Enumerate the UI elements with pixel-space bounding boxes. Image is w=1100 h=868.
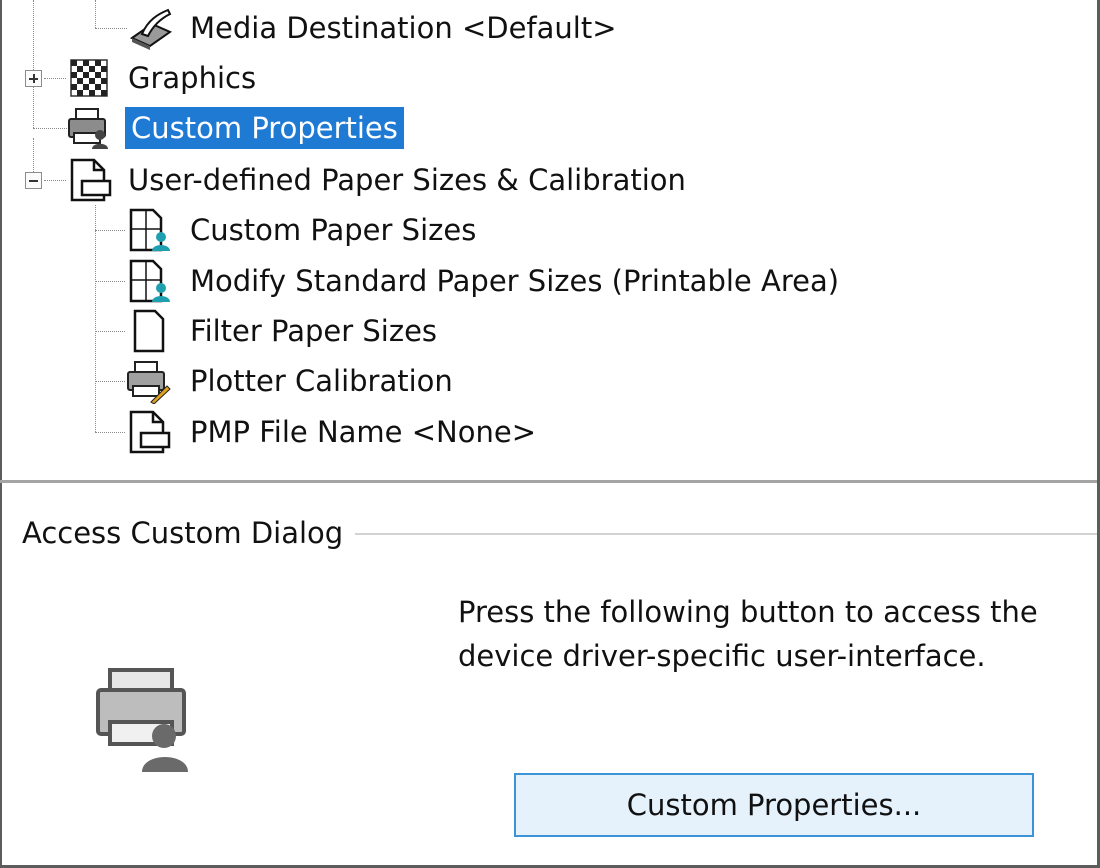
media-destination-icon: [128, 4, 174, 50]
custom-properties-button[interactable]: Custom Properties...: [514, 773, 1034, 837]
blank-page-icon: [125, 308, 171, 354]
graphics-icon: [66, 55, 112, 101]
expand-toggle-graphics[interactable]: [25, 70, 42, 87]
panel-divider[interactable]: [0, 480, 1097, 483]
tree-item-label: Custom Paper Sizes: [190, 213, 477, 247]
modify-paper-sizes-icon: [125, 258, 171, 304]
tree-connector: [33, 138, 34, 172]
tree-item-graphics[interactable]: Graphics: [122, 55, 262, 101]
paper-sizes-icon: [66, 157, 112, 203]
tree-item-filter-paper-sizes[interactable]: Filter Paper Sizes: [184, 308, 443, 354]
tree-item-label: Modify Standard Paper Sizes (Printable A…: [190, 264, 840, 298]
tree-connector: [95, 331, 125, 332]
tree-connector: [33, 128, 67, 129]
tree-connector: [44, 180, 66, 181]
tree-connector: [95, 0, 96, 28]
tree-item-user-defined-paper-sizes[interactable]: User-defined Paper Sizes & Calibration: [122, 157, 692, 203]
tree-item-label: Media Destination <Default>: [190, 11, 617, 45]
tree-item-modify-standard-paper-sizes[interactable]: Modify Standard Paper Sizes (Printable A…: [184, 258, 845, 304]
tree-item-media-destination[interactable]: Media Destination <Default>: [184, 5, 623, 51]
tree-connector: [95, 28, 127, 29]
tree-item-label: Custom Properties: [125, 107, 404, 149]
tree-item-label: PMP File Name <None>: [190, 415, 536, 449]
tree-connector: [33, 0, 34, 128]
collapse-toggle-paper-sizes[interactable]: [25, 172, 42, 189]
tree-item-custom-paper-sizes[interactable]: Custom Paper Sizes: [184, 207, 482, 253]
printer-user-icon: [92, 660, 202, 780]
tree-connector: [95, 230, 125, 231]
tree-item-label: Filter Paper Sizes: [190, 314, 438, 348]
settings-tree: Media Destination <Default> Graphics Cus…: [0, 0, 1097, 482]
tree-connector: [95, 381, 125, 382]
printer-user-icon: [66, 105, 112, 151]
tree-item-pmp-file-name[interactable]: PMP File Name <None>: [184, 409, 542, 455]
tree-connector: [95, 432, 125, 433]
tree-item-label: User-defined Paper Sizes & Calibration: [128, 163, 686, 197]
group-frame-line: [355, 533, 1097, 535]
group-description: Press the following button to access the…: [458, 595, 1038, 673]
pmp-file-icon: [125, 409, 171, 455]
tree-item-label: Plotter Calibration: [190, 364, 453, 398]
tree-connector: [95, 281, 125, 282]
tree-connector: [44, 78, 66, 79]
tree-item-plotter-calibration[interactable]: Plotter Calibration: [184, 358, 459, 404]
tree-connector: [95, 205, 96, 432]
plotter-calibration-icon: [125, 358, 171, 404]
tree-item-label: Graphics: [128, 61, 257, 95]
custom-paper-sizes-icon: [125, 207, 171, 253]
tree-item-custom-properties[interactable]: Custom Properties: [125, 105, 404, 151]
group-legend: Access Custom Dialog: [22, 514, 344, 552]
